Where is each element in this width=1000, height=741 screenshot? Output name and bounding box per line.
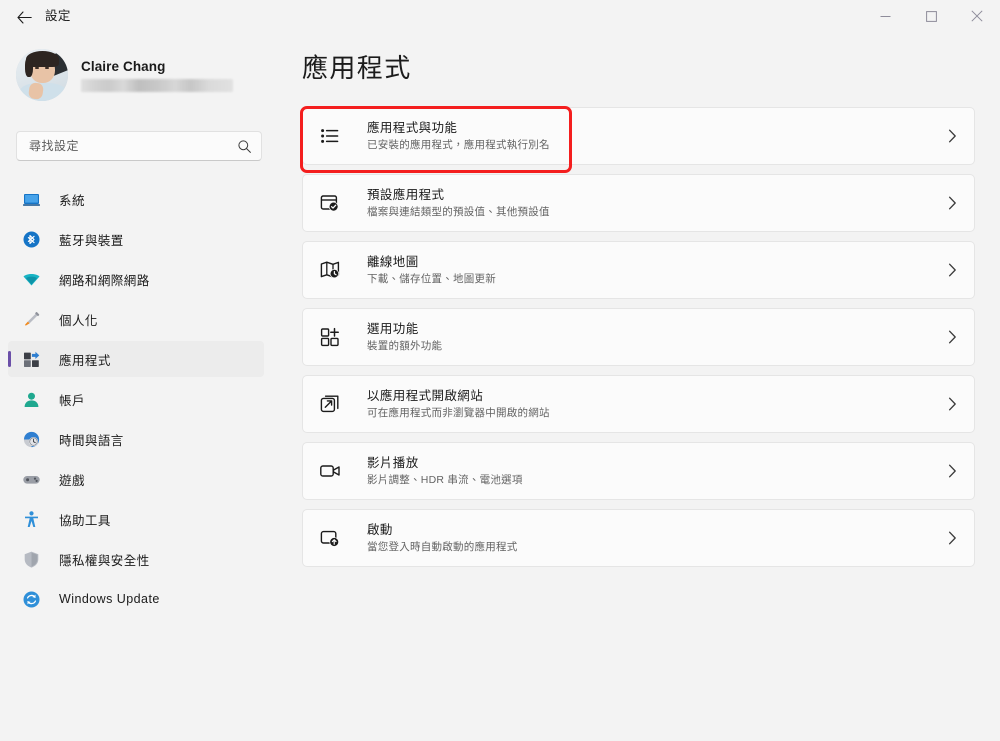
chevron-right-icon xyxy=(948,397,957,411)
user-profile[interactable]: Claire Chang xyxy=(16,49,266,101)
avatar xyxy=(16,49,68,101)
card-title: 啟動 xyxy=(367,522,393,537)
back-button[interactable] xyxy=(10,5,38,29)
search-icon xyxy=(237,139,252,154)
search-box[interactable] xyxy=(16,131,262,161)
sidebar: Claire Chang 尋找設定 系統 藍牙與裝置 網路和網際網路 個人化 應… xyxy=(0,33,290,741)
video-camera-icon xyxy=(318,459,342,483)
sidebar-item-personalization[interactable]: 個人化 xyxy=(8,301,264,337)
sidebar-item-privacy-security[interactable]: 隱私權與安全性 xyxy=(8,541,264,577)
back-arrow-icon xyxy=(16,10,32,24)
account-icon xyxy=(21,389,41,409)
card-title: 離線地圖 xyxy=(367,254,419,269)
sidebar-item-gaming[interactable]: 遊戲 xyxy=(8,461,264,497)
card-subtitle: 裝置的額外功能 xyxy=(367,339,443,352)
sidebar-item-bluetooth[interactable]: 藍牙與裝置 xyxy=(8,221,264,257)
chevron-right-icon xyxy=(948,464,957,478)
bluetooth-icon xyxy=(21,229,41,249)
sidebar-item-apps[interactable]: 應用程式 xyxy=(8,341,264,377)
sidebar-item-label: 網路和網際網路 xyxy=(59,273,150,288)
maximize-button[interactable] xyxy=(908,0,954,32)
card-title: 預設應用程式 xyxy=(367,187,445,202)
card-title: 以應用程式開啟網站 xyxy=(367,388,484,403)
accessibility-icon xyxy=(21,509,41,529)
sidebar-item-label: 協助工具 xyxy=(59,513,111,528)
minimize-icon xyxy=(880,15,890,17)
card-subtitle: 影片調整、HDR 串流、電池選項 xyxy=(367,473,523,486)
sidebar-item-label: 隱私權與安全性 xyxy=(59,553,150,568)
sidebar-nav: 系統 藍牙與裝置 網路和網際網路 個人化 應用程式 帳戶 時間與語言 遊戲 協助… xyxy=(8,181,264,621)
close-button[interactable] xyxy=(954,0,1000,32)
settings-window: 設定 Claire Chang 尋找設定 系統 藍牙與裝置 網路和網際網路 個人… xyxy=(0,0,1000,741)
maximize-icon xyxy=(925,10,937,22)
chevron-right-icon xyxy=(948,531,957,545)
clock-globe-icon xyxy=(21,429,41,449)
sidebar-item-label: 個人化 xyxy=(59,313,98,328)
card-subtitle: 檔案與連結類型的預設值、其他預設值 xyxy=(367,205,550,218)
close-icon xyxy=(971,10,983,22)
card-websites-in-apps[interactable]: 以應用程式開啟網站 可在應用程式而非瀏覽器中開啟的網站 xyxy=(302,375,975,433)
list-bullets-icon xyxy=(318,124,342,148)
sidebar-item-network[interactable]: 網路和網際網路 xyxy=(8,261,264,297)
sidebar-item-label: 系統 xyxy=(59,193,85,208)
search-input[interactable] xyxy=(29,139,237,153)
card-default-apps[interactable]: 預設應用程式 檔案與連結類型的預設值、其他預設值 xyxy=(302,174,975,232)
window-check-icon xyxy=(318,191,342,215)
card-apps-and-features[interactable]: 應用程式與功能 已安裝的應用程式，應用程式執行別名 xyxy=(302,107,975,165)
main-content: 應用程式 應用程式與功能 已安裝的應用程式，應用程式執行別名 預設應用程式 檔案… xyxy=(290,33,1000,741)
map-icon xyxy=(318,258,342,282)
sidebar-item-label: 帳戶 xyxy=(59,393,85,408)
card-title: 選用功能 xyxy=(367,321,419,336)
sidebar-item-time-language[interactable]: 時間與語言 xyxy=(8,421,264,457)
card-startup[interactable]: 啟動 當您登入時自動啟動的應用程式 xyxy=(302,509,975,567)
sidebar-item-label: 遊戲 xyxy=(59,473,85,488)
chevron-right-icon xyxy=(948,263,957,277)
chevron-right-icon xyxy=(948,196,957,210)
page-title: 應用程式 xyxy=(302,53,412,83)
paintbrush-icon xyxy=(21,309,41,329)
title-bar: 設定 xyxy=(0,0,1000,33)
card-title: 應用程式與功能 xyxy=(367,120,458,135)
card-subtitle: 已安裝的應用程式，應用程式執行別名 xyxy=(367,138,550,151)
sidebar-item-label: 時間與語言 xyxy=(59,433,124,448)
startup-icon xyxy=(318,526,342,550)
sidebar-item-system[interactable]: 系統 xyxy=(8,181,264,217)
minimize-button[interactable] xyxy=(862,0,908,32)
apps-icon xyxy=(21,349,41,369)
user-email-redacted xyxy=(81,78,233,92)
sidebar-item-label: 應用程式 xyxy=(59,353,111,368)
card-subtitle: 當您登入時自動啟動的應用程式 xyxy=(367,540,518,553)
card-optional-features[interactable]: 選用功能 裝置的額外功能 xyxy=(302,308,975,366)
wifi-icon xyxy=(21,269,41,289)
sidebar-item-accounts[interactable]: 帳戶 xyxy=(8,381,264,417)
window-title: 設定 xyxy=(45,9,71,23)
sidebar-item-accessibility[interactable]: 協助工具 xyxy=(8,501,264,537)
chevron-right-icon xyxy=(948,330,957,344)
window-controls xyxy=(862,0,1000,32)
card-subtitle: 可在應用程式而非瀏覽器中開啟的網站 xyxy=(367,406,550,419)
settings-card-list: 應用程式與功能 已安裝的應用程式，應用程式執行別名 預設應用程式 檔案與連結類型… xyxy=(302,107,975,576)
grid-plus-icon xyxy=(318,325,342,349)
sidebar-item-label: Windows Update xyxy=(59,592,160,606)
user-name: Claire Chang xyxy=(81,58,166,74)
card-subtitle: 下載、儲存位置、地圖更新 xyxy=(367,272,496,285)
update-sync-icon xyxy=(21,589,41,609)
shield-icon xyxy=(21,549,41,569)
monitor-icon xyxy=(21,189,41,209)
card-title: 影片播放 xyxy=(367,455,419,470)
sidebar-item-windows-update[interactable]: Windows Update xyxy=(8,581,264,617)
sidebar-item-label: 藍牙與裝置 xyxy=(59,233,124,248)
card-video-playback[interactable]: 影片播放 影片調整、HDR 串流、電池選項 xyxy=(302,442,975,500)
gamepad-icon xyxy=(21,469,41,489)
external-link-icon xyxy=(318,392,342,416)
chevron-right-icon xyxy=(948,129,957,143)
card-offline-maps[interactable]: 離線地圖 下載、儲存位置、地圖更新 xyxy=(302,241,975,299)
